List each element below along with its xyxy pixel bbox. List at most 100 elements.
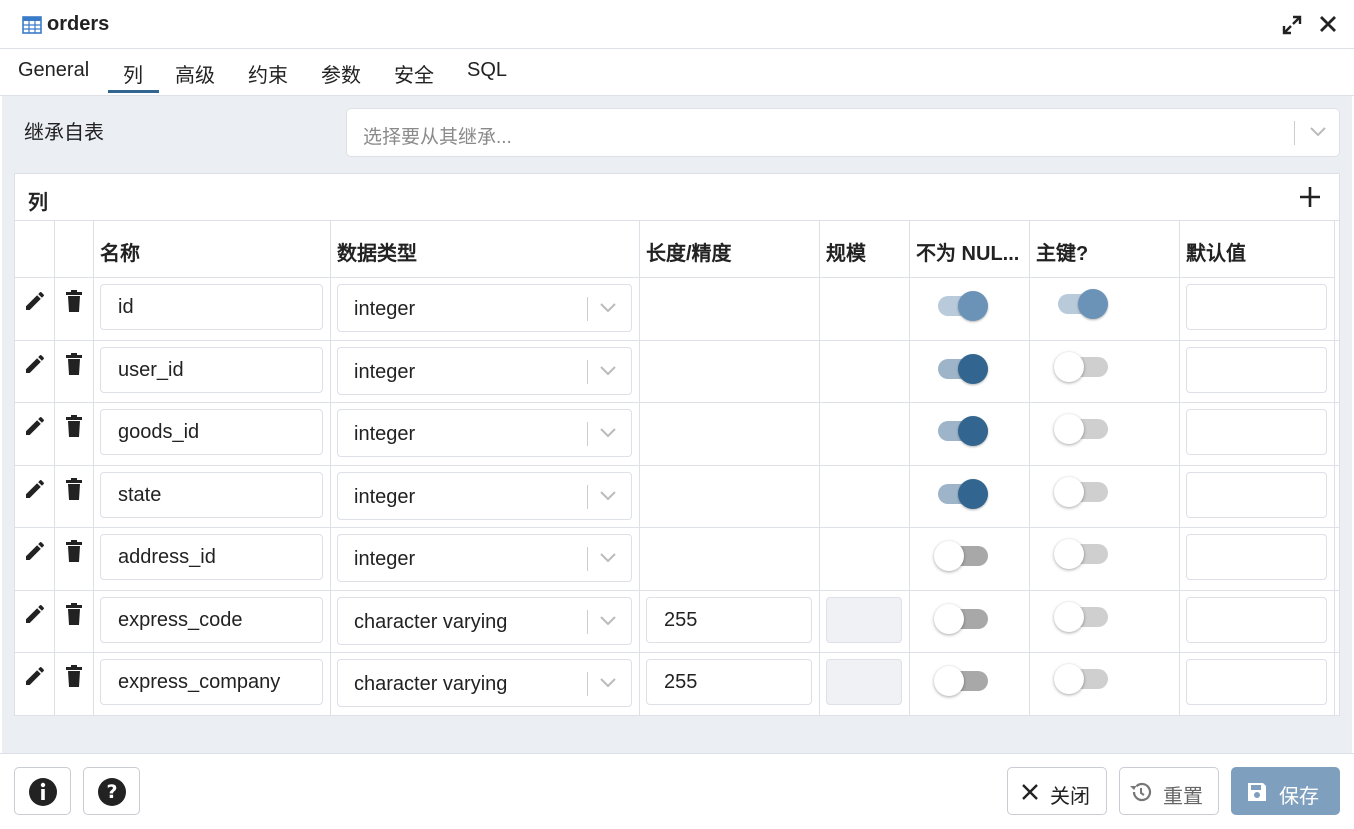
edit-icon[interactable]	[23, 477, 47, 506]
delete-icon[interactable]	[64, 539, 84, 568]
default-value-input[interactable]	[1186, 534, 1327, 580]
data-type-select[interactable]: integer	[337, 346, 632, 395]
select-separator	[587, 422, 588, 446]
column-name-input[interactable]: express_code	[100, 596, 323, 643]
inherit-placeholder: 选择要从其继承...	[363, 127, 512, 148]
data-type-select[interactable]: character varying	[337, 659, 632, 707]
data-type-select[interactable]: character varying	[337, 596, 632, 645]
edit-icon[interactable]	[23, 664, 47, 693]
table-row: express_company character varying 255	[15, 653, 1339, 716]
delete-icon[interactable]	[64, 352, 84, 381]
column-name-input[interactable]: state	[100, 471, 323, 518]
edit-icon[interactable]	[23, 602, 47, 631]
data-type-select[interactable]: integer	[337, 409, 632, 457]
col-default-header[interactable]: 默认值	[1180, 221, 1335, 278]
reset-button[interactable]: 重置	[1119, 767, 1219, 815]
close-button[interactable]: 关闭	[1007, 767, 1107, 815]
primary-key-toggle[interactable]	[1054, 664, 1114, 696]
not-null-toggle[interactable]	[934, 353, 994, 386]
delete-icon[interactable]	[64, 664, 84, 693]
expand-icon[interactable]	[1281, 14, 1303, 41]
grid-header: 列	[15, 174, 1339, 221]
data-type-value: character varying	[354, 673, 508, 695]
column-name-input[interactable]: user_id	[100, 346, 323, 393]
not-null-toggle[interactable]	[934, 603, 994, 636]
chevron-down-icon[interactable]	[599, 489, 617, 507]
save-button[interactable]: 保存	[1231, 767, 1340, 815]
primary-key-toggle[interactable]	[1054, 476, 1114, 509]
edit-icon[interactable]	[23, 414, 47, 443]
delete-icon[interactable]	[64, 477, 84, 506]
chevron-down-icon[interactable]	[599, 676, 617, 694]
table-row: express_code character varying 255	[15, 590, 1339, 653]
scale-input	[826, 596, 902, 643]
primary-key-toggle[interactable]	[1054, 351, 1114, 384]
primary-key-toggle[interactable]	[1054, 539, 1114, 571]
table-row: id integer	[15, 278, 1339, 341]
not-null-toggle[interactable]	[934, 416, 994, 448]
column-name-input[interactable]: address_id	[100, 534, 323, 580]
col-scale-header[interactable]: 规模	[820, 221, 910, 278]
edit-icon[interactable]	[23, 352, 47, 381]
default-value-input[interactable]	[1186, 346, 1327, 393]
chevron-down-icon[interactable]	[599, 426, 617, 444]
tab-general[interactable]: General	[18, 59, 89, 95]
tab-sql[interactable]: SQL	[467, 59, 507, 95]
length-input[interactable]: 255	[646, 659, 812, 705]
inherit-select[interactable]: 选择要从其继承...	[346, 108, 1340, 157]
col-pk-header[interactable]: 主键?	[1030, 221, 1180, 278]
tab-security[interactable]: 安全	[394, 59, 434, 95]
add-row-button[interactable]	[1299, 186, 1321, 213]
default-value-input[interactable]	[1186, 659, 1327, 705]
primary-key-toggle[interactable]	[1054, 414, 1114, 446]
not-null-toggle[interactable]	[934, 478, 994, 511]
data-type-value: integer	[354, 298, 416, 320]
col-name-header[interactable]: 名称	[94, 221, 331, 278]
tab-advanced[interactable]: 高级	[175, 59, 215, 95]
chevron-down-icon[interactable]	[599, 551, 617, 569]
edit-icon[interactable]	[23, 539, 47, 568]
select-separator	[1294, 121, 1295, 145]
not-null-toggle[interactable]	[934, 541, 994, 573]
chevron-down-icon[interactable]	[599, 364, 617, 382]
close-icon[interactable]	[1318, 14, 1338, 39]
delete-icon[interactable]	[64, 289, 84, 318]
primary-key-toggle[interactable]	[1054, 289, 1114, 321]
chevron-down-icon[interactable]	[599, 614, 617, 632]
select-separator	[587, 484, 588, 509]
primary-key-toggle[interactable]	[1054, 601, 1114, 634]
edit-icon[interactable]	[23, 289, 47, 318]
default-value-input[interactable]	[1186, 596, 1327, 643]
info-button[interactable]	[14, 767, 71, 815]
not-null-toggle[interactable]	[934, 666, 994, 698]
chevron-down-icon[interactable]	[1309, 125, 1327, 143]
close-x-icon	[1021, 783, 1039, 806]
col-notnull-header[interactable]: 不为 NUL...	[910, 221, 1030, 278]
column-name-input[interactable]: goods_id	[100, 409, 323, 455]
column-name-input[interactable]: id	[100, 284, 323, 330]
table-row: goods_id integer	[15, 403, 1339, 466]
help-button[interactable]: ?	[83, 767, 140, 815]
chevron-down-icon[interactable]	[599, 301, 617, 319]
data-type-select[interactable]: integer	[337, 471, 632, 520]
data-type-value: integer	[354, 360, 416, 383]
not-null-toggle[interactable]	[934, 291, 994, 323]
delete-icon[interactable]	[64, 414, 84, 443]
dialog-footer: ? 关闭 重置 保存	[0, 753, 1354, 829]
data-type-value: integer	[354, 423, 416, 445]
col-length-header[interactable]: 长度/精度	[640, 221, 820, 278]
delete-icon[interactable]	[64, 602, 84, 631]
col-type-header[interactable]: 数据类型	[331, 221, 640, 278]
data-type-select[interactable]: integer	[337, 284, 632, 332]
table-row: address_id integer	[15, 528, 1339, 591]
data-type-select[interactable]: integer	[337, 534, 632, 582]
length-input[interactable]: 255	[646, 596, 812, 643]
tab-parameters[interactable]: 参数	[321, 59, 361, 95]
default-value-input[interactable]	[1186, 409, 1327, 455]
select-separator	[587, 297, 588, 321]
column-name-input[interactable]: express_company	[100, 659, 323, 705]
tab-constraints[interactable]: 约束	[248, 59, 288, 95]
default-value-input[interactable]	[1186, 284, 1327, 330]
default-value-input[interactable]	[1186, 471, 1327, 518]
col-edit-header	[15, 221, 55, 278]
